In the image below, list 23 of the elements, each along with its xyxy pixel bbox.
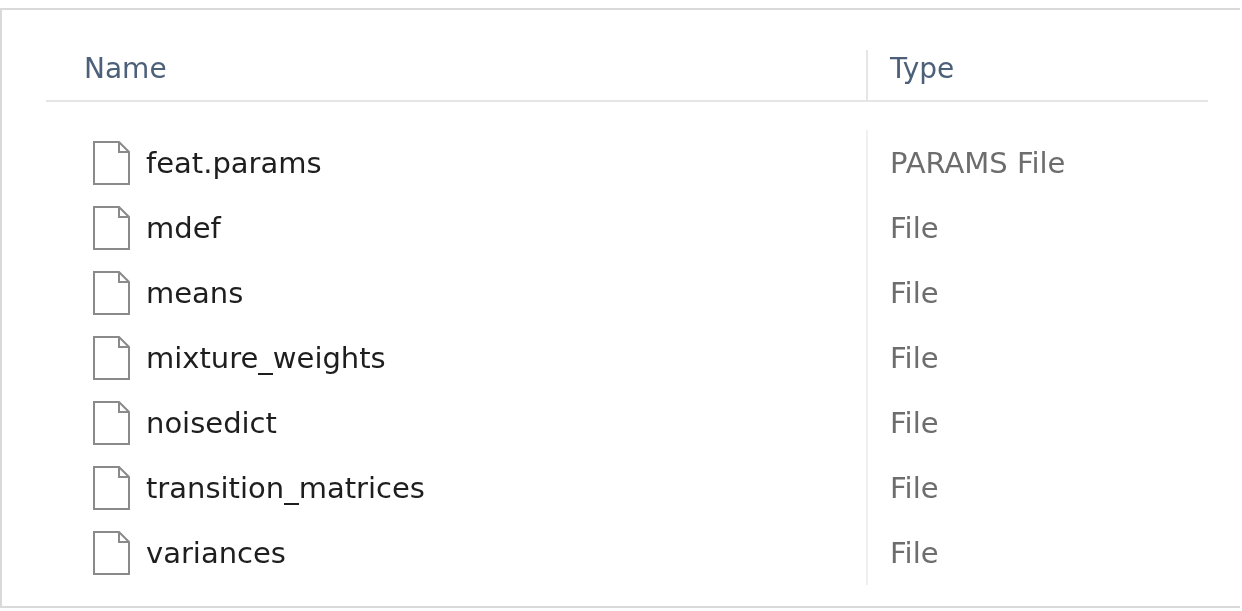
file-type: File xyxy=(890,405,939,440)
file-name[interactable]: variances xyxy=(146,535,286,570)
file-icon xyxy=(92,400,130,445)
file-icon xyxy=(92,335,130,380)
file-type: File xyxy=(890,210,939,245)
file-name[interactable]: mdef xyxy=(146,210,221,245)
file-type: File xyxy=(890,470,939,505)
file-icon xyxy=(92,205,130,250)
file-type: File xyxy=(890,275,939,310)
column-header[interactable]: Type xyxy=(866,50,1208,100)
file-name[interactable]: noisedict xyxy=(146,405,277,440)
file-type: File xyxy=(890,340,939,375)
file-icon xyxy=(92,530,130,575)
file-name[interactable]: feat.params xyxy=(146,145,322,180)
file-icon xyxy=(92,140,130,185)
file-type: PARAMS File xyxy=(890,145,1066,180)
file-icon xyxy=(92,465,130,510)
column-header[interactable]: Name xyxy=(46,50,866,100)
file-name[interactable]: means xyxy=(146,275,244,310)
file-type: File xyxy=(890,535,939,570)
file-name[interactable]: mixture_weights xyxy=(146,340,386,375)
file-name[interactable]: transition_matrices xyxy=(146,470,425,505)
file-icon xyxy=(92,270,130,315)
